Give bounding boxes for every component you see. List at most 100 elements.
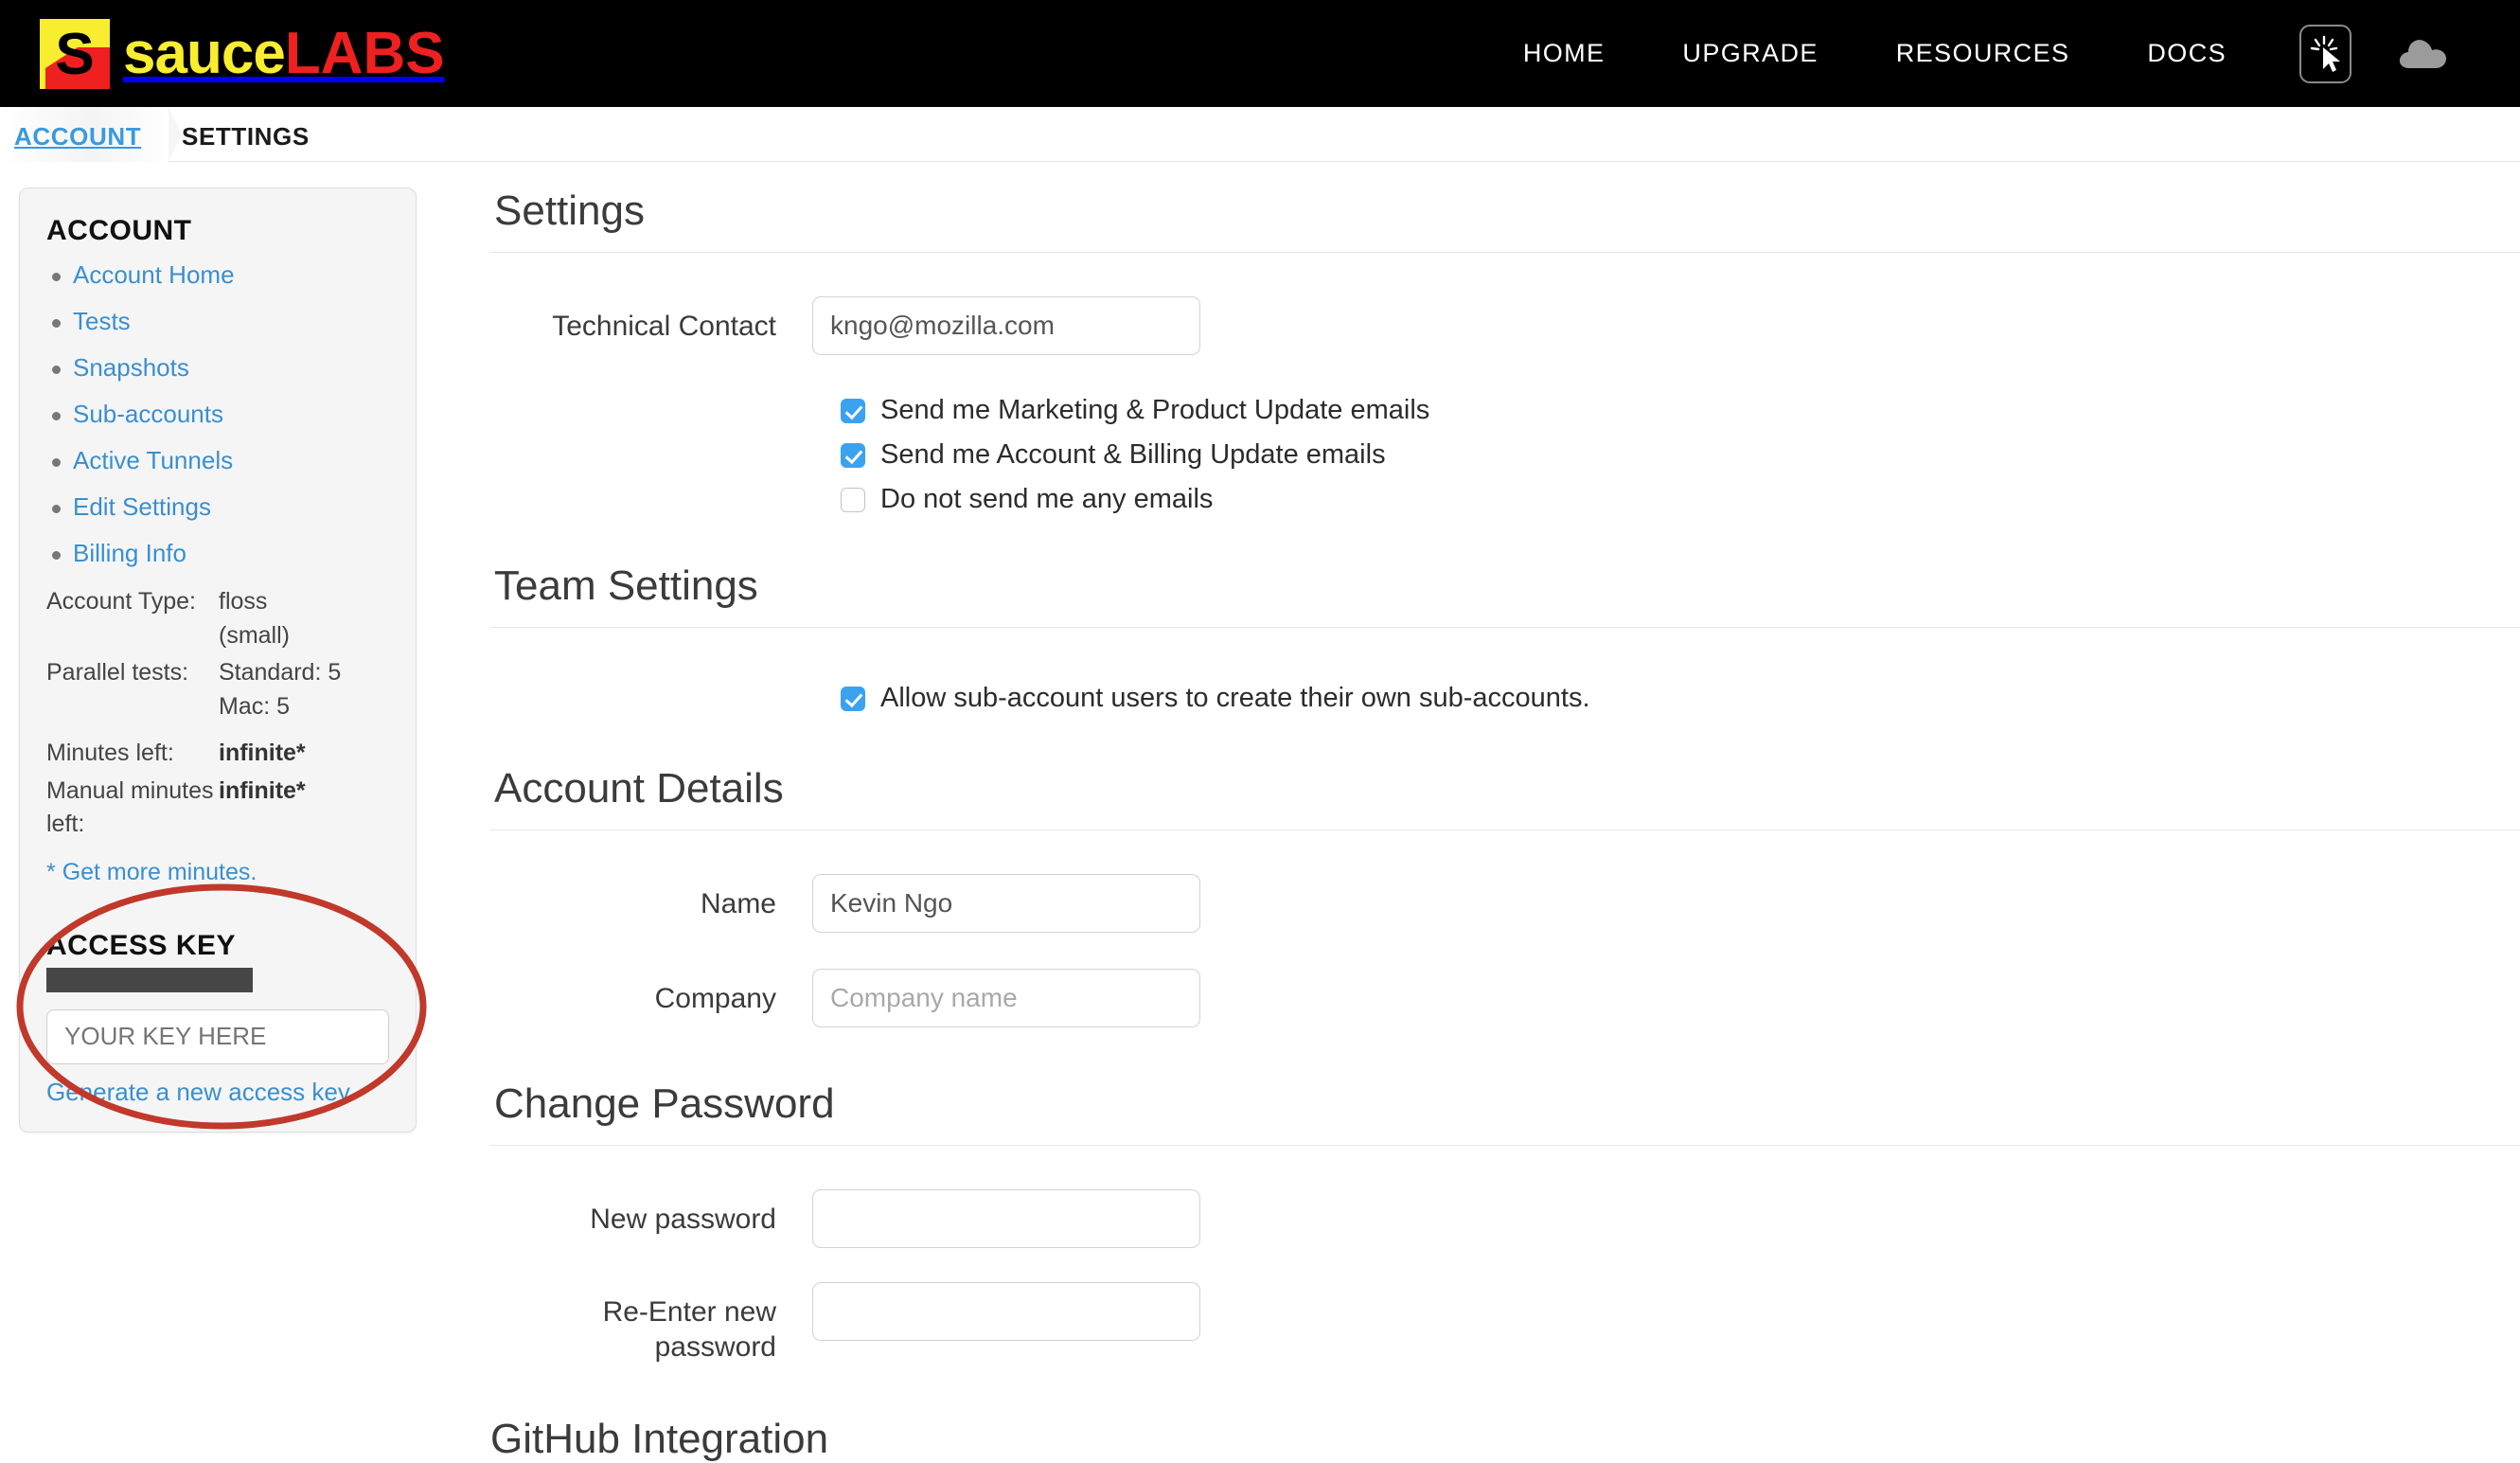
access-key-heading: ACCESS KEY xyxy=(46,929,237,961)
top-navigation-bar: S sauceLABS HOME UPGRADE RESOURCES DOCS xyxy=(0,0,2520,107)
section-account-details: Account Details Name Company xyxy=(490,765,2520,1027)
checkbox-row-no-emails[interactable]: Do not send me any emails xyxy=(841,484,2520,515)
section-settings: Settings Technical Contact Send me Marke… xyxy=(490,187,2520,515)
stat-label: Manual minutes left: xyxy=(46,776,214,838)
sidebar-heading: ACCOUNT xyxy=(46,215,192,246)
field-row-reenter-password: Re-Enter new password xyxy=(490,1282,2520,1365)
logo-word-labs: LABS xyxy=(284,21,445,86)
field-control xyxy=(812,1189,1200,1248)
sidebar-item-label[interactable]: Edit Settings xyxy=(73,492,211,521)
stat-value: floss (small) xyxy=(219,588,290,649)
section-github-integration: GitHub Integration xyxy=(490,1416,2520,1463)
company-input[interactable] xyxy=(812,969,1200,1027)
generate-access-key-link[interactable]: Generate a new access key xyxy=(46,1078,350,1106)
checkbox-label: Send me Account & Billing Update emails xyxy=(880,439,1386,470)
nav-link-resources[interactable]: RESOURCES xyxy=(1896,39,2070,68)
sauce-labs-logo[interactable]: S sauceLABS xyxy=(40,17,445,91)
cursor-click-icon[interactable] xyxy=(2299,24,2351,83)
account-sidebar-panel: ACCOUNT Account Home Tests Snapshots Sub… xyxy=(19,187,417,1133)
field-label: Technical Contact xyxy=(552,311,776,342)
nav-link-upgrade[interactable]: UPGRADE xyxy=(1682,39,1818,68)
stat-row-minutes-left: Minutes left: infinite* xyxy=(46,737,397,771)
checkbox-marketing-emails[interactable] xyxy=(841,398,865,423)
checkbox-label: Send me Marketing & Product Update email… xyxy=(880,395,1430,425)
sidebar-item-label[interactable]: Active Tunnels xyxy=(73,446,233,474)
section-title: Settings xyxy=(494,187,645,234)
nav-link-docs[interactable]: DOCS xyxy=(2147,39,2227,68)
field-row-company: Company xyxy=(490,969,2520,1027)
section-team-settings: Team Settings Allow sub-account users to… xyxy=(490,562,2520,714)
stat-value: infinite* xyxy=(219,776,306,804)
checkbox-row-marketing-emails[interactable]: Send me Marketing & Product Update email… xyxy=(841,395,2520,426)
generate-access-key-row: Generate a new access key xyxy=(46,1078,416,1107)
section-divider xyxy=(490,627,2520,628)
section-title: Account Details xyxy=(494,765,784,812)
field-label: Name xyxy=(700,888,776,919)
section-divider xyxy=(490,252,2520,253)
sidebar-item-label[interactable]: Billing Info xyxy=(73,539,186,567)
field-row-technical-contact: Technical Contact xyxy=(490,296,2520,355)
checkbox-no-emails[interactable] xyxy=(841,487,865,512)
sidebar-item-sub-accounts[interactable]: Sub-accounts xyxy=(52,400,416,429)
field-row-name: Name xyxy=(490,874,2520,933)
email-preferences-checkbox-group: Send me Marketing & Product Update email… xyxy=(827,395,2520,515)
checkbox-label: Do not send me any emails xyxy=(880,484,1214,514)
access-key-input[interactable] xyxy=(46,1008,389,1064)
field-control xyxy=(812,1282,1200,1341)
checkbox-label: Allow sub-account users to create their … xyxy=(880,683,1590,713)
logo-word-sauce: sauce xyxy=(123,21,286,86)
cloud-icon[interactable] xyxy=(2395,32,2452,76)
account-stats-table: Account Type: floss (small) Parallel tes… xyxy=(20,585,416,842)
sidebar-item-tests[interactable]: Tests xyxy=(52,307,416,336)
stat-row-account-type: Account Type: floss (small) xyxy=(46,585,397,652)
sidebar-item-snapshots[interactable]: Snapshots xyxy=(52,353,416,383)
section-divider xyxy=(490,1145,2520,1146)
stat-value: Standard: 5 Mac: 5 xyxy=(219,659,342,720)
checkbox-billing-emails[interactable] xyxy=(841,442,865,468)
stat-label: Parallel tests: xyxy=(46,659,189,686)
checkbox-row-billing-emails[interactable]: Send me Account & Billing Update emails xyxy=(841,439,2520,471)
sidebar-item-billing-info[interactable]: Billing Info xyxy=(52,539,416,568)
checkbox-row-allow-subaccounts[interactable]: Allow sub-account users to create their … xyxy=(841,683,2520,714)
stat-row-manual-minutes-left: Manual minutes left: infinite* xyxy=(46,775,397,842)
nav-icon-group xyxy=(2299,0,2452,107)
get-more-minutes-link[interactable]: Get more minutes. xyxy=(62,859,257,885)
footnote-asterisk: * xyxy=(46,858,62,885)
nav-link-home[interactable]: HOME xyxy=(1523,39,1606,68)
new-password-input[interactable] xyxy=(812,1189,1200,1248)
access-key-redaction-bar xyxy=(46,967,253,992)
main-nav-links: HOME UPGRADE RESOURCES DOCS xyxy=(1523,0,2227,107)
section-change-password: Change Password New password Re-Enter ne… xyxy=(490,1080,2520,1365)
field-label: Company xyxy=(654,983,776,1014)
reenter-password-input[interactable] xyxy=(812,1282,1200,1341)
logo-wordmark: sauceLABS xyxy=(123,25,445,83)
stat-value: infinite* xyxy=(219,740,306,766)
stat-label: Account Type: xyxy=(46,588,196,615)
technical-contact-input[interactable] xyxy=(812,296,1200,355)
checkbox-allow-subaccounts[interactable] xyxy=(841,686,865,711)
field-label: Re-Enter new password xyxy=(602,1296,776,1363)
sauce-labs-logo-mark: S xyxy=(40,19,110,89)
team-settings-checkbox-group: Allow sub-account users to create their … xyxy=(827,683,2520,714)
section-title: Team Settings xyxy=(494,562,758,609)
section-title: Change Password xyxy=(494,1080,835,1127)
sidebar-item-active-tunnels[interactable]: Active Tunnels xyxy=(52,446,416,475)
stat-row-parallel-tests: Parallel tests: Standard: 5 Mac: 5 xyxy=(46,656,397,723)
svg-text:S: S xyxy=(55,22,94,87)
sidebar-item-account-home[interactable]: Account Home xyxy=(52,260,416,290)
stat-label: Minutes left: xyxy=(46,740,174,766)
settings-main-content: Settings Technical Contact Send me Marke… xyxy=(490,187,2520,1463)
sidebar-item-label[interactable]: Snapshots xyxy=(73,353,189,382)
field-control xyxy=(812,969,1200,1027)
sidebar-item-label[interactable]: Tests xyxy=(73,307,131,335)
field-control xyxy=(812,296,1200,355)
get-more-minutes-row: * Get more minutes. xyxy=(46,859,416,886)
field-row-new-password: New password xyxy=(490,1189,2520,1248)
breadcrumb-link-account[interactable]: ACCOUNT xyxy=(14,122,141,152)
sidebar-item-label[interactable]: Account Home xyxy=(73,260,235,289)
field-control xyxy=(812,874,1200,933)
sidebar-item-edit-settings[interactable]: Edit Settings xyxy=(52,492,416,522)
sidebar-nav-list: Account Home Tests Snapshots Sub-account… xyxy=(20,260,416,568)
name-input[interactable] xyxy=(812,874,1200,933)
sidebar-item-label[interactable]: Sub-accounts xyxy=(73,400,223,428)
